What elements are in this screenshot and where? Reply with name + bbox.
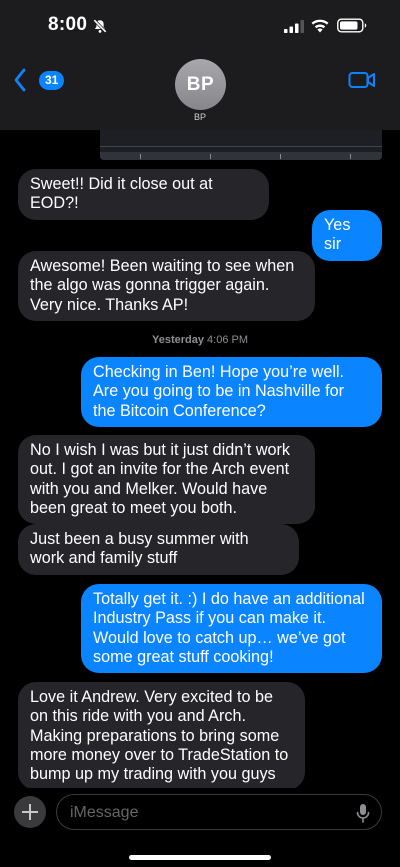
app-drawer-plus-button[interactable]: [14, 796, 46, 828]
wifi-icon: [311, 19, 329, 33]
unread-count-badge: 31: [39, 71, 65, 90]
microphone-icon[interactable]: [356, 803, 370, 823]
image-tick: [280, 154, 281, 159]
image-tick: [350, 154, 351, 159]
message-bubble-incoming[interactable]: Awesome! Been waiting to see when the al…: [18, 251, 315, 321]
timestamp-time: 4:06 PM: [207, 334, 248, 346]
status-bar: 8:00: [0, 0, 400, 52]
contact-name[interactable]: BP: [180, 112, 220, 124]
conversation-header: 31 BP BP: [0, 52, 400, 130]
image-chart-line: [100, 146, 382, 147]
chevron-left-icon: [14, 68, 26, 92]
message-composer: iMessage: [0, 788, 400, 867]
back-button[interactable]: 31: [12, 66, 65, 94]
battery-icon: [337, 18, 367, 33]
message-bubble-incoming[interactable]: Sweet!! Did it close out at EOD?!: [18, 169, 269, 220]
bell-slash-icon: [93, 19, 107, 33]
message-bubble-outgoing[interactable]: Totally get it. :) I do have an addition…: [81, 584, 382, 674]
message-bubble-incoming[interactable]: Love it Andrew. Very excited to be on th…: [18, 682, 305, 791]
message-bubble-incoming[interactable]: No I wish I was but it just didn’t work …: [18, 435, 315, 525]
facetime-video-icon[interactable]: [348, 70, 376, 90]
message-bubble-outgoing[interactable]: Yes sir: [312, 210, 382, 261]
signal-icon: [284, 20, 304, 33]
message-bubble-outgoing[interactable]: Checking in Ben! Hope you’re well. Are y…: [81, 357, 382, 427]
status-time: 8:00: [48, 14, 88, 35]
imessage-input[interactable]: iMessage: [56, 794, 382, 830]
imessage-placeholder: iMessage: [70, 804, 139, 821]
home-indicator[interactable]: [129, 855, 271, 860]
image-tick: [140, 154, 141, 159]
image-toolbar-strip: [100, 152, 382, 160]
message-bubble-incoming[interactable]: Just been a busy summer with work and fa…: [18, 524, 299, 575]
image-tick: [210, 154, 211, 159]
timestamp-day: Yesterday: [151, 334, 204, 346]
message-timestamp: Yesterday 4:06 PM: [0, 334, 400, 346]
attached-image[interactable]: [100, 130, 382, 160]
contact-avatar[interactable]: BP: [175, 59, 226, 110]
